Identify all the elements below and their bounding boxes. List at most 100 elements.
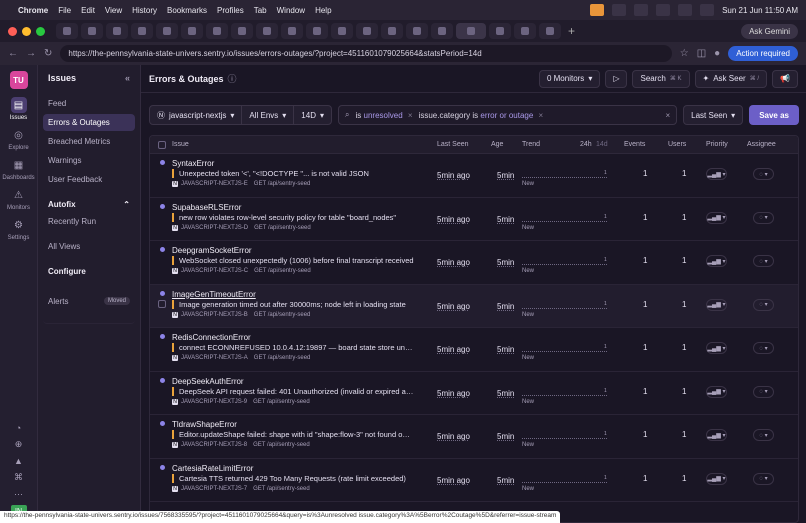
priority-dropdown[interactable]: ▂▄▆ ▾: [706, 472, 727, 485]
assignee-dropdown[interactable]: ◌ ▾: [753, 255, 774, 267]
browser-tab[interactable]: [381, 23, 403, 39]
extensions-icon[interactable]: ◫: [697, 48, 706, 59]
browser-tab[interactable]: [156, 23, 178, 39]
broadcast-button[interactable]: 📢: [772, 69, 798, 88]
ask-gemini-button[interactable]: Ask Gemini: [741, 23, 798, 39]
col-age[interactable]: Age: [491, 141, 503, 148]
menu-view[interactable]: View: [105, 6, 122, 15]
priority-dropdown[interactable]: ▂▄▆ ▾: [706, 255, 727, 267]
minimize-window-button[interactable]: [22, 26, 31, 36]
col-trend[interactable]: Trend: [522, 141, 540, 148]
environment-selector[interactable]: All Envs ▾: [242, 106, 295, 124]
table-row[interactable]: RedisConnectionError connect ECONNREFUSED…: [150, 328, 798, 372]
menu-history[interactable]: History: [132, 6, 157, 15]
sidebar-item-recently-run[interactable]: Recently Run: [43, 213, 135, 230]
org-avatar[interactable]: TU: [9, 71, 28, 89]
sidebar-item-warnings[interactable]: Warnings: [43, 152, 135, 169]
ask-seer-button[interactable]: ✦ Ask Seer ⌘ /: [694, 69, 768, 88]
issue-title[interactable]: SyntaxError: [172, 159, 214, 168]
browser-tab[interactable]: [306, 23, 328, 39]
status-icon[interactable]: [634, 4, 649, 16]
menu-edit[interactable]: Edit: [81, 6, 95, 15]
assignee-dropdown[interactable]: ◌ ▾: [753, 472, 774, 485]
age-value[interactable]: 5min: [497, 389, 514, 398]
more-icon[interactable]: ···: [14, 489, 23, 499]
status-icon[interactable]: [612, 4, 627, 16]
browser-tab[interactable]: [489, 23, 511, 39]
remove-token-icon[interactable]: ×: [539, 111, 544, 120]
sort-selector[interactable]: Last Seen ▾: [684, 106, 742, 124]
issue-short-id[interactable]: JAVASCRIPT-NEXTJS-7: [181, 486, 247, 492]
age-value[interactable]: 5min: [497, 476, 514, 485]
col-last-seen[interactable]: Last Seen: [437, 141, 469, 148]
last-seen-value[interactable]: 5min ago: [437, 171, 470, 180]
help-circle-icon[interactable]: ⓘ: [228, 72, 237, 85]
issue-title[interactable]: DeepgramSocketError: [172, 246, 252, 255]
select-all-checkbox[interactable]: [158, 141, 166, 149]
profile-icon[interactable]: ●: [714, 48, 720, 59]
last-seen-value[interactable]: 5min ago: [437, 432, 470, 441]
table-row[interactable]: DeepgramSocketError WebSocket closed unex…: [150, 241, 798, 285]
wifi-icon[interactable]: [678, 4, 693, 16]
remove-token-icon[interactable]: ×: [408, 111, 413, 120]
battery-icon[interactable]: [656, 4, 671, 16]
rail-item-dashboards[interactable]: ▦ Dashboards: [2, 157, 34, 182]
browser-tab[interactable]: [81, 23, 103, 39]
browser-tab[interactable]: [281, 23, 303, 39]
col-priority[interactable]: Priority: [706, 141, 728, 148]
issue-title[interactable]: CartesiaRateLimitError: [172, 464, 253, 473]
issue-title[interactable]: ImageGenTimeoutError: [172, 290, 256, 299]
issue-short-id[interactable]: JAVASCRIPT-NEXTJS-9: [181, 399, 247, 405]
priority-dropdown[interactable]: ▂▄▆ ▾: [706, 429, 727, 441]
issue-short-id[interactable]: JAVASCRIPT-NEXTJS-8: [181, 442, 247, 448]
browser-tab[interactable]: [106, 23, 128, 39]
search-icon[interactable]: [700, 4, 715, 16]
menu-help[interactable]: Help: [315, 6, 331, 15]
sidebar-item-alerts[interactable]: Alerts Moved: [43, 280, 135, 324]
sidebar-item-breached-metrics[interactable]: Breached Metrics: [43, 133, 135, 150]
bookmark-star-icon[interactable]: ☆: [680, 48, 689, 59]
sidebar-item-all-views[interactable]: All Views: [43, 238, 135, 255]
whats-new-icon[interactable]: ▲: [14, 456, 23, 466]
trend-24h-toggle[interactable]: 24h: [580, 141, 592, 148]
age-value[interactable]: 5min: [497, 432, 514, 441]
last-seen-value[interactable]: 5min ago: [437, 302, 470, 311]
action-required-button[interactable]: Action required: [728, 46, 798, 61]
save-as-button[interactable]: Save as: [749, 105, 799, 125]
table-row[interactable]: ImageGenTimeoutError Image generation tim…: [150, 284, 798, 328]
new-tab-icon[interactable]: +: [568, 24, 575, 38]
mic-status-icon[interactable]: [590, 4, 605, 16]
age-value[interactable]: 5min: [497, 258, 514, 267]
issue-short-id[interactable]: JAVASCRIPT-NEXTJS-A: [181, 355, 248, 361]
priority-dropdown[interactable]: ▂▄▆ ▾: [706, 211, 727, 224]
menu-file[interactable]: File: [58, 6, 71, 15]
browser-tab[interactable]: [206, 23, 228, 39]
assignee-dropdown[interactable]: ◌ ▾: [753, 168, 774, 180]
help-icon[interactable]: ⊕: [15, 439, 23, 450]
filter-token-category[interactable]: issue.category is error or outage ×: [419, 111, 544, 120]
collapse-sidebar-icon[interactable]: «: [125, 73, 130, 83]
quick-start-icon[interactable]: ◔: [16, 423, 21, 433]
menubar-clock[interactable]: Sun 21 Jun 11:50 AM: [722, 6, 798, 15]
browser-tab-active[interactable]: [456, 23, 486, 39]
col-users[interactable]: Users: [668, 141, 686, 148]
issue-title[interactable]: DeepSeekAuthError: [172, 377, 244, 386]
col-events[interactable]: Events: [624, 141, 645, 148]
table-row[interactable]: CartesiaRateLimitError Cartesia TTS retur…: [150, 459, 798, 502]
menu-profiles[interactable]: Profiles: [217, 6, 244, 15]
issue-search-input[interactable]: ⌕ is unresolved × issue.category is erro…: [338, 105, 678, 125]
forward-icon[interactable]: →: [26, 48, 36, 59]
issue-short-id[interactable]: JAVASCRIPT-NEXTJS-D: [181, 225, 248, 231]
menu-bookmarks[interactable]: Bookmarks: [167, 6, 207, 15]
reload-icon[interactable]: ↻: [44, 48, 52, 59]
sidebar-item-errors-outages[interactable]: Errors & Outages: [43, 114, 135, 131]
last-seen-value[interactable]: 5min ago: [437, 215, 470, 224]
back-icon[interactable]: ←: [8, 48, 18, 59]
table-row[interactable]: SyntaxError Unexpected token '<', "<!DOCT…: [150, 154, 798, 198]
browser-tab[interactable]: [514, 23, 536, 39]
assignee-dropdown[interactable]: ◌ ▾: [753, 429, 774, 441]
menubar-app-name[interactable]: Chrome: [18, 6, 48, 15]
rail-item-monitors[interactable]: ⚠ Monitors: [7, 187, 30, 212]
issue-short-id[interactable]: JAVASCRIPT-NEXTJS-B: [181, 312, 248, 318]
issue-title[interactable]: RedisConnectionError: [172, 333, 251, 342]
